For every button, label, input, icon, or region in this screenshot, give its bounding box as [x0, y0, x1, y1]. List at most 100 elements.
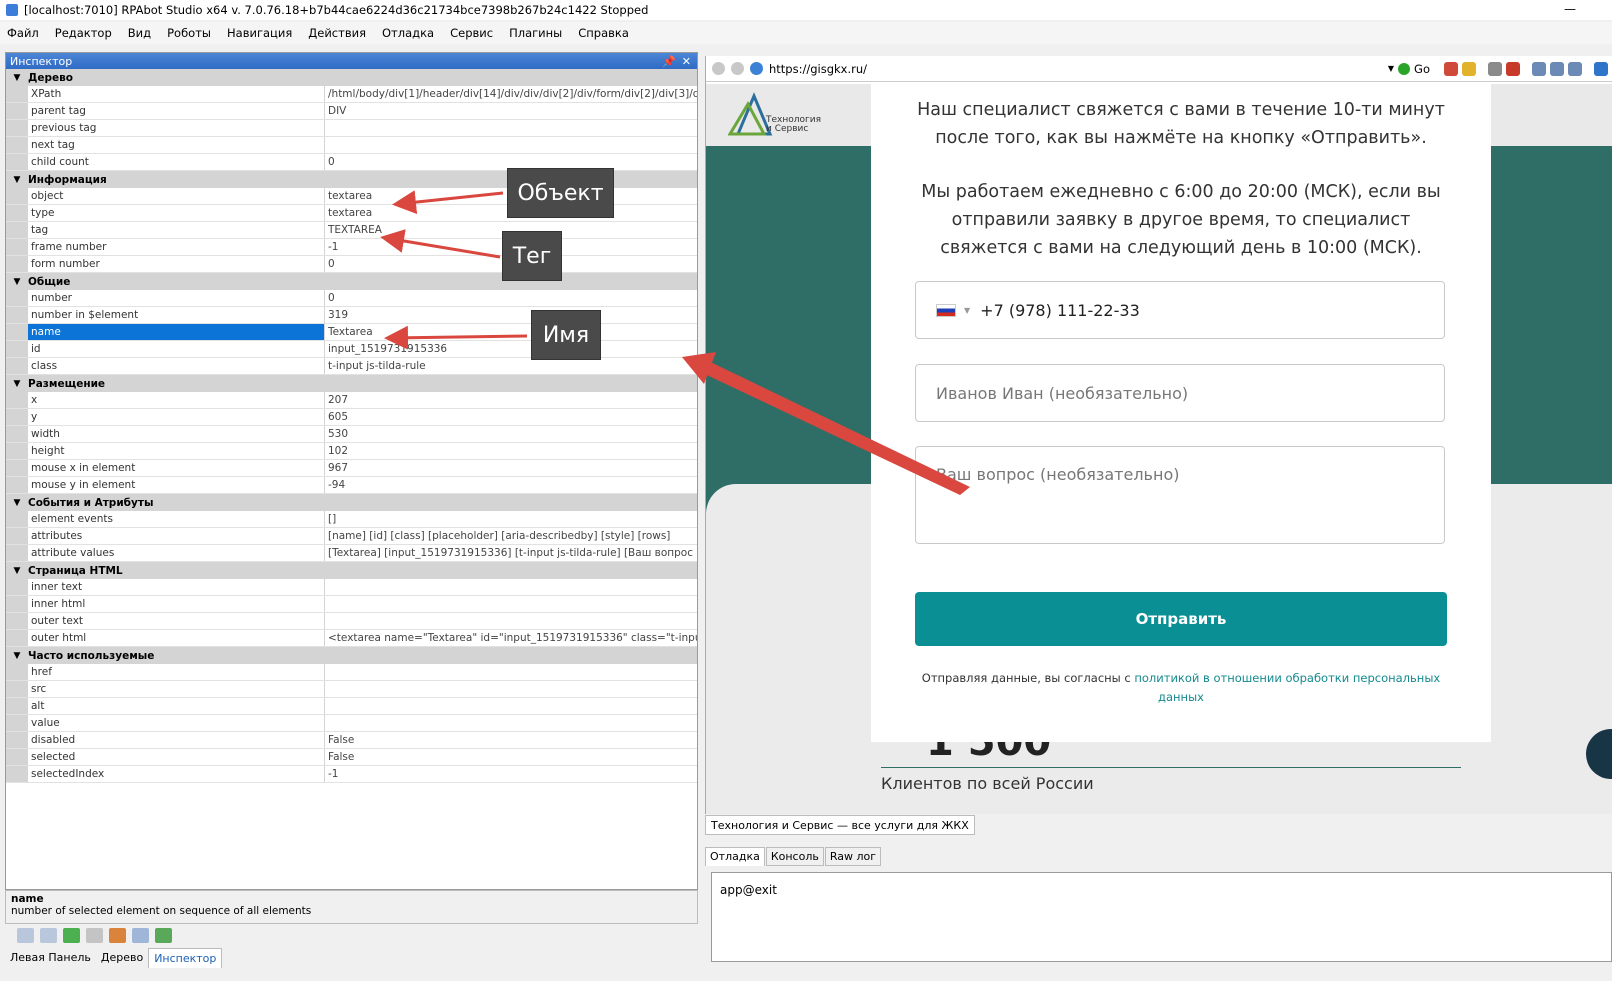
question-textarea[interactable]: Ваш вопрос (необязательно): [915, 446, 1445, 544]
close-icon[interactable]: ✕: [682, 55, 691, 68]
property-row[interactable]: number 0: [6, 290, 697, 307]
collapse-icon[interactable]: ▼: [6, 73, 28, 83]
property-row[interactable]: element events[]: [6, 511, 697, 528]
property-value[interactable]: []: [325, 511, 697, 527]
property-value[interactable]: -1: [325, 766, 697, 782]
pin-icon[interactable]: 📌: [662, 55, 676, 68]
property-value[interactable]: 207: [325, 392, 697, 408]
collapse-icon[interactable]: ▼: [6, 566, 28, 576]
property-row[interactable]: mouse x in element 967: [6, 460, 697, 477]
property-row[interactable]: next tag: [6, 137, 697, 154]
property-row[interactable]: inner html: [6, 596, 697, 613]
property-row[interactable]: x 207: [6, 392, 697, 409]
property-value[interactable]: [325, 579, 697, 595]
property-value[interactable]: [325, 120, 697, 136]
collapse-icon[interactable]: ▼: [6, 498, 28, 508]
property-value[interactable]: -94: [325, 477, 697, 493]
property-row[interactable]: mouse y in element -94: [6, 477, 697, 494]
property-value[interactable]: <textarea name="Textarea" id="input_1519…: [325, 630, 697, 646]
menu-plugins[interactable]: Плагины: [509, 26, 562, 40]
property-value[interactable]: 102: [325, 443, 697, 459]
property-row[interactable]: outer html <textarea name="Textarea" id="…: [6, 630, 697, 647]
tab-raw-log[interactable]: Raw лог: [824, 847, 882, 866]
down-arrow-icon[interactable]: [86, 927, 103, 943]
menu-navigation[interactable]: Навигация: [227, 26, 292, 40]
toolbar-icon-7[interactable]: [1594, 61, 1608, 76]
property-row[interactable]: XPath/html/body/div[1]/header/div[14]/di…: [6, 86, 697, 103]
back-icon[interactable]: [712, 62, 725, 75]
browser-page-tab[interactable]: Технология и Сервис — все услуги для ЖКХ: [705, 815, 975, 835]
property-value[interactable]: /html/body/div[1]/header/div[14]/div/div…: [325, 86, 697, 102]
property-row[interactable]: outer text: [6, 613, 697, 630]
menu-file[interactable]: Файл: [7, 26, 39, 40]
go-button[interactable]: ▼ Go: [1388, 61, 1608, 76]
category-header[interactable]: ▼ Общие: [6, 273, 697, 290]
menu-editor[interactable]: Редактор: [55, 26, 112, 40]
property-value[interactable]: [Textarea] [input_1519731915336] [t-inpu…: [325, 545, 697, 561]
property-row[interactable]: tag TEXTAREA: [6, 222, 697, 239]
property-value[interactable]: [name] [id] [class] [placeholder] [aria-…: [325, 528, 697, 544]
property-row[interactable]: value: [6, 715, 697, 732]
property-value[interactable]: [325, 698, 697, 714]
category-header[interactable]: ▼ Часто используемые: [6, 647, 697, 664]
toolbar-icon-2[interactable]: [1462, 61, 1476, 76]
minimize-button[interactable]: —: [1564, 2, 1576, 16]
property-value[interactable]: [325, 681, 697, 697]
property-value[interactable]: DIV: [325, 103, 697, 119]
property-value[interactable]: 0: [325, 290, 697, 306]
forward-arrow-icon[interactable]: [40, 927, 57, 943]
tab-inspector[interactable]: Инспектор: [148, 948, 223, 968]
property-row[interactable]: frame number -1: [6, 239, 697, 256]
property-value[interactable]: [325, 664, 697, 680]
toolbar-icon-5[interactable]: [1550, 61, 1564, 76]
collapse-icon[interactable]: ▼: [6, 277, 28, 287]
property-value[interactable]: [325, 596, 697, 612]
tab-tree[interactable]: Дерево: [96, 948, 148, 968]
phone-field[interactable]: ▼ +7 (978) 111-22-33: [915, 281, 1445, 339]
tab-console[interactable]: Консоль: [765, 847, 824, 866]
property-row[interactable]: selectedIndex -1: [6, 766, 697, 783]
property-value[interactable]: 319: [325, 307, 697, 323]
debug-console[interactable]: app@exit: [711, 872, 1612, 962]
property-row[interactable]: href: [6, 664, 697, 681]
property-value[interactable]: [325, 613, 697, 629]
menu-help[interactable]: Справка: [578, 26, 629, 40]
dropdown-icon[interactable]: ▼: [1388, 64, 1394, 73]
property-row[interactable]: attributes [name] [id] [class] [placehold…: [6, 528, 697, 545]
property-value[interactable]: t-input js-tilda-rule: [325, 358, 697, 374]
settings-icon[interactable]: [1488, 61, 1502, 76]
refresh-icon[interactable]: [750, 62, 763, 75]
property-row[interactable]: height 102: [6, 443, 697, 460]
property-row[interactable]: alt: [6, 698, 697, 715]
up-arrow-icon[interactable]: [63, 927, 80, 943]
property-row[interactable]: form number 0: [6, 256, 697, 273]
property-row[interactable]: attribute values [Textarea] [input_151973…: [6, 545, 697, 562]
property-row[interactable]: width 530: [6, 426, 697, 443]
property-value[interactable]: Textarea: [325, 324, 697, 340]
collapse-icon[interactable]: ▼: [6, 651, 28, 661]
toolbar-icon-4[interactable]: [1532, 61, 1546, 76]
submit-button[interactable]: Отправить: [915, 592, 1447, 646]
property-value[interactable]: input_1519731915336: [325, 341, 697, 357]
toolbar-icon-3[interactable]: [1506, 61, 1520, 76]
property-value[interactable]: False: [325, 749, 697, 765]
property-value[interactable]: False: [325, 732, 697, 748]
category-header[interactable]: ▼ Страница HTML: [6, 562, 697, 579]
toolbar-icon-1[interactable]: [1444, 61, 1458, 76]
menu-debug[interactable]: Отладка: [382, 26, 434, 40]
tab-left-panel[interactable]: Левая Панель: [5, 948, 96, 968]
menu-actions[interactable]: Действия: [308, 26, 366, 40]
property-value[interactable]: [325, 137, 697, 153]
sort-category-icon[interactable]: [109, 927, 126, 943]
menu-robots[interactable]: Роботы: [167, 26, 211, 40]
collapse-icon[interactable]: ▼: [6, 175, 28, 185]
add-page-icon[interactable]: [155, 927, 172, 943]
back-arrow-icon[interactable]: [17, 927, 34, 943]
tab-debug[interactable]: Отладка: [705, 847, 765, 866]
chevron-down-icon[interactable]: ▼: [964, 306, 970, 315]
category-header[interactable]: ▼ Дерево: [6, 69, 697, 86]
forward-icon[interactable]: [731, 62, 744, 75]
property-value[interactable]: 605: [325, 409, 697, 425]
menu-service[interactable]: Сервис: [450, 26, 493, 40]
url-field[interactable]: https://gisgkx.ru/: [769, 62, 867, 76]
